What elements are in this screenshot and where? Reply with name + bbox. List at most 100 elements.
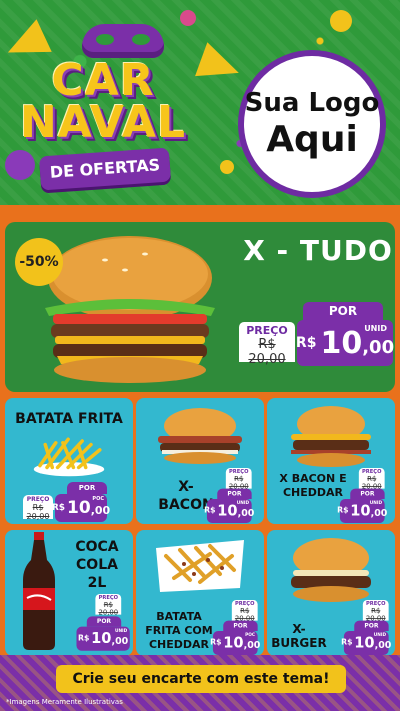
fries-icon [156,540,244,592]
price-cents: ,00 [243,639,261,651]
old-price-tag: PREÇO R$ 20,00 [358,468,385,490]
featured-offer[interactable]: -50% X - TUDO POR PREÇO R$ 20,00 R$ 10 ,… [5,222,395,392]
disclaimer-text: *Imagens Meramente Ilustrativas [6,698,123,706]
old-price: R$ 20,00 [26,503,50,521]
currency-symbol: R$ [51,503,66,513]
currency-symbol: R$ [204,506,216,516]
burger-icon [45,236,215,383]
por-label: POR [223,620,258,631]
featured-price: POR PREÇO R$ 20,00 R$ 10 ,00 UNID [239,302,395,368]
product-name-line2: COLA [76,557,118,573]
product-card-x-bacon-cheddar[interactable]: X BACON E CHEDDAR PREÇO R$ 20,00 POR R$ … [267,398,395,524]
price-integer: 10 [217,502,238,520]
old-price-tag: PREÇO R$ 20,00 [23,495,53,521]
price-integer: 10 [354,634,375,652]
carnival-title: CAR NAVAL [18,55,188,148]
old-price: R$ 20,00 [98,600,119,617]
product-name-line1: X- [292,622,306,636]
price-integer: 10 [67,498,91,518]
old-price-tag: PREÇO R$ 20,00 [362,600,389,622]
unit-label: POC [92,496,104,502]
product-name-line2: BURGER [271,636,327,650]
currency-symbol: R$ [341,638,353,648]
currency-symbol: R$ [78,634,90,644]
carnival-subtitle: DE OFERTAS [38,147,172,191]
logo-placeholder[interactable]: Sua Logo Aqui [238,50,386,198]
burger-icon [291,538,371,602]
product-price: PREÇO R$ 20,00 POR R$ 10 ,00 POC [194,600,260,656]
price-integer: 10 [320,325,363,361]
currency-symbol: R$ [295,335,317,351]
product-price: PREÇO R$ 20,00 POR R$ 10 ,00 UNID [61,594,130,651]
preco-label: PREÇO [246,324,288,337]
price-integer: 10 [223,634,244,652]
product-card-batata-cheddar[interactable]: BATATA FRITA COM CHEDDAR PREÇO R$ 20,00 … [136,530,264,656]
burger-icon [158,408,242,464]
product-price: POR PREÇO R$ 20,00 R$ 10 ,00 POC [23,482,110,522]
product-price: PREÇO R$ 20,00 POR R$ 10 ,00 UNID [325,600,391,656]
burger-icon [291,406,371,467]
confetti-decoration [330,10,352,32]
por-label: POR [86,616,122,627]
product-price: PREÇO R$ 20,00 POR R$ 10 ,00 UNID [188,468,254,524]
trumpet-icon [195,42,245,90]
price-cents: ,00 [237,507,255,519]
old-price-tag: PREÇO R$ 20,00 [239,322,295,367]
currency-symbol: R$ [210,638,222,648]
preco-label: PREÇO [26,496,50,503]
carnival-title-line2: NAVAL [19,97,187,148]
current-price: R$ 10 ,00 POC [210,630,261,656]
product-name: BATATA FRITA [15,411,123,427]
featured-product-name: X - TUDO [243,234,393,267]
unit-label: UNID [373,632,387,638]
current-price: R$ 10 ,00 UNID [76,626,130,651]
por-label: POR [354,620,389,631]
price-integer: 10 [350,502,371,520]
old-price-tag: PREÇO R$ 20,00 [231,600,258,622]
logo-line1: Sua Logo [244,88,380,118]
price-cents: ,00 [111,634,129,647]
current-price: R$ 10 ,00 UNID [204,498,255,524]
price-cents: ,00 [374,639,392,651]
price-integer: 10 [91,630,112,648]
price-cents: ,00 [90,503,111,517]
unit-label: UNID [364,324,387,333]
product-card-batata-frita[interactable]: BATATA FRITA POR PREÇO R$ 20,00 R$ 10 ,0… [5,398,133,524]
currency-symbol: R$ [337,506,349,516]
por-label: POR [217,488,252,499]
unit-label: UNID [236,500,250,506]
confetti-decoration [220,160,234,174]
old-price-tag: PREÇO R$ 20,00 [95,594,122,617]
current-price: R$ 10 ,00 UNID [341,630,392,656]
confetti-decoration [180,10,196,26]
discount-badge: -50% [15,238,63,286]
carnival-mask-icon [82,24,164,58]
price-cents: ,00 [362,336,395,358]
product-name-line1: COCA [75,539,119,555]
confetti-decoration [5,150,35,180]
product-card-x-bacon[interactable]: X- BACON PREÇO R$ 20,00 POR R$ 10 ,00 UN… [136,398,264,524]
product-card-coca-cola[interactable]: COCA COLA 2L PREÇO R$ 20,00 POR R$ 10 ,0… [5,530,133,656]
unit-label: POC [245,632,256,638]
por-label: POR [350,488,385,499]
current-price: R$ 10 ,00 POC [51,494,110,522]
price-cents: ,00 [370,507,388,519]
unit-label: UNID [114,628,128,634]
fries-icon [33,437,105,477]
logo-line2: Aqui [266,119,358,160]
old-price-tag: PREÇO R$ 20,00 [225,468,252,490]
current-price: R$ 10 ,00 UNID [295,320,395,366]
product-card-x-burger[interactable]: X- BURGER PREÇO R$ 20,00 POR R$ 10 ,00 U… [267,530,395,656]
soda-bottle-icon [23,532,55,650]
carnival-title-line1: CAR [51,55,155,106]
product-price: PREÇO R$ 20,00 POR R$ 10 ,00 UNID [321,468,387,524]
current-price: R$ 10 ,00 UNID [337,498,388,524]
header-banner: CAR NAVAL DE OFERTAS Sua Logo Aqui [0,0,400,205]
old-price: R$ 20,00 [248,337,286,367]
product-name: X- BURGER [269,622,329,650]
por-label: POR [303,302,383,320]
unit-label: UNID [369,500,383,506]
product-name: COCA COLA 2L [67,538,127,592]
product-name-line3: 2L [87,575,107,591]
cta-banner[interactable]: Crie seu encarte com este tema! [56,665,346,693]
